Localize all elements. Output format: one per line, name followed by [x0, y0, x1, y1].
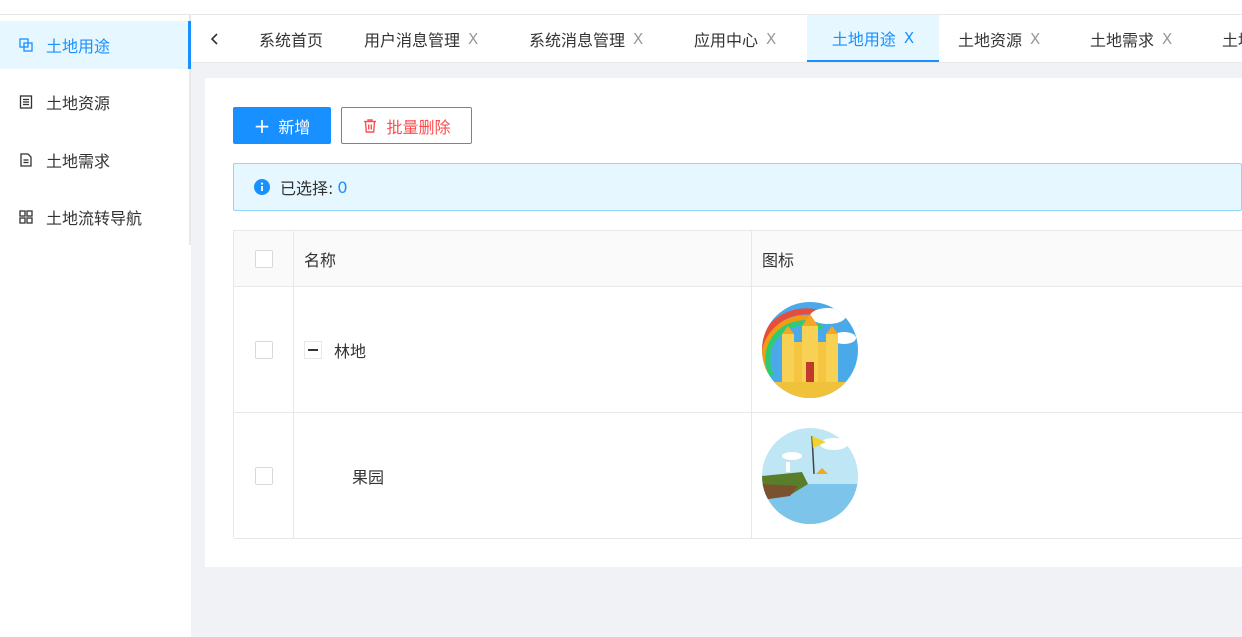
tab-bar: 系统首页 用户消息管理 X 系统消息管理 X 应用中心 X 土地用途 X 土地资… [191, 15, 1242, 63]
close-icon[interactable]: X [766, 30, 776, 48]
tab-label: 土地需求 [1090, 31, 1155, 50]
tab-label: 土地资源 [958, 31, 1023, 50]
sidebar-item-label: 土地需求 [46, 152, 111, 171]
sidebar: 土地用途 土地资源 土地需求 土地流转导航 [0, 15, 191, 637]
info-icon [254, 179, 270, 195]
sidebar-item-land-demand[interactable]: 土地需求 [0, 136, 189, 184]
close-icon[interactable]: X [633, 30, 643, 48]
add-button[interactable]: + 新增 [233, 107, 331, 144]
row-checkbox[interactable] [254, 340, 273, 359]
column-header-name: 名称 [304, 250, 337, 270]
data-table: 名称 图标 林地 果园 [233, 230, 1242, 539]
tab-land-use[interactable]: 土地用途 X [807, 15, 939, 62]
alert-text: 已选择: [280, 179, 334, 198]
selection-alert: 已选择: 0 [233, 163, 1242, 211]
add-button-label: 新增 [278, 117, 311, 137]
row-name: 果园 [352, 467, 385, 487]
row-checkbox[interactable] [254, 466, 273, 485]
sidebar-item-land-resources[interactable]: 土地资源 [0, 78, 189, 126]
row-check-cell [234, 287, 294, 412]
table-row: 林地 [234, 287, 1242, 413]
tab-land-resources[interactable]: 土地资源 X [940, 15, 1058, 62]
header-check-cell [234, 231, 294, 286]
top-bar [0, 0, 1242, 15]
row-name: 林地 [334, 341, 367, 361]
list-icon [18, 94, 34, 110]
tab-label: 土地用途 [831, 29, 896, 49]
tab-label: 系统消息管理 [529, 31, 626, 50]
file-icon [18, 152, 34, 168]
tab-label: 应用中心 [694, 31, 759, 50]
row-check-cell [234, 413, 294, 538]
tab-label: 用户消息管理 [364, 31, 461, 50]
selected-count: 0 [337, 177, 348, 197]
close-icon[interactable]: X [1030, 30, 1040, 48]
row-icon-cell [752, 413, 1242, 538]
tab-land-partial[interactable]: 土地 [1204, 15, 1242, 62]
castle-rainbow-image [762, 301, 858, 398]
tab-system-messages[interactable]: 系统消息管理 X [511, 15, 661, 62]
plus-icon: + [253, 113, 271, 138]
close-icon[interactable]: X [1162, 30, 1172, 48]
tab-home[interactable]: 系统首页 [241, 15, 341, 62]
header-icon-cell: 图标 [752, 231, 1242, 286]
batch-delete-button[interactable]: 批量删除 [341, 107, 472, 144]
grid-icon [18, 209, 34, 225]
row-icon-cell [752, 287, 1242, 412]
tab-label: 土地 [1222, 31, 1242, 50]
close-icon[interactable]: X [468, 30, 478, 48]
table-row: 果园 [234, 413, 1242, 539]
chevron-left-icon[interactable] [191, 15, 239, 62]
sidebar-item-label: 土地资源 [46, 94, 111, 113]
tab-user-messages[interactable]: 用户消息管理 X [346, 15, 496, 62]
sidebar-item-label: 土地用途 [46, 37, 111, 56]
column-header-icon: 图标 [762, 250, 795, 270]
copy-icon [18, 37, 34, 53]
row-name-cell: 果园 [294, 413, 752, 538]
sidebar-item-land-transfer-nav[interactable]: 土地流转导航 [0, 193, 189, 241]
tab-label: 系统首页 [259, 31, 324, 50]
tab-land-demand[interactable]: 土地需求 X [1072, 15, 1190, 62]
sidebar-item-label: 土地流转导航 [46, 209, 143, 228]
select-all-checkbox[interactable] [254, 249, 273, 268]
trash-icon [364, 118, 377, 133]
header-name-cell: 名称 [294, 231, 752, 286]
island-flag-image [762, 427, 858, 524]
table-header: 名称 图标 [234, 231, 1242, 287]
close-icon[interactable]: X [904, 29, 914, 47]
tab-app-center[interactable]: 应用中心 X [676, 15, 794, 62]
collapse-icon[interactable] [304, 340, 322, 359]
sidebar-item-land-use[interactable]: 土地用途 [0, 21, 191, 69]
batch-delete-label: 批量删除 [386, 117, 451, 137]
row-name-cell: 林地 [294, 287, 752, 412]
content-panel: + 新增 批量删除 已选择: 0 名称 图标 林地 果园 [205, 78, 1242, 567]
